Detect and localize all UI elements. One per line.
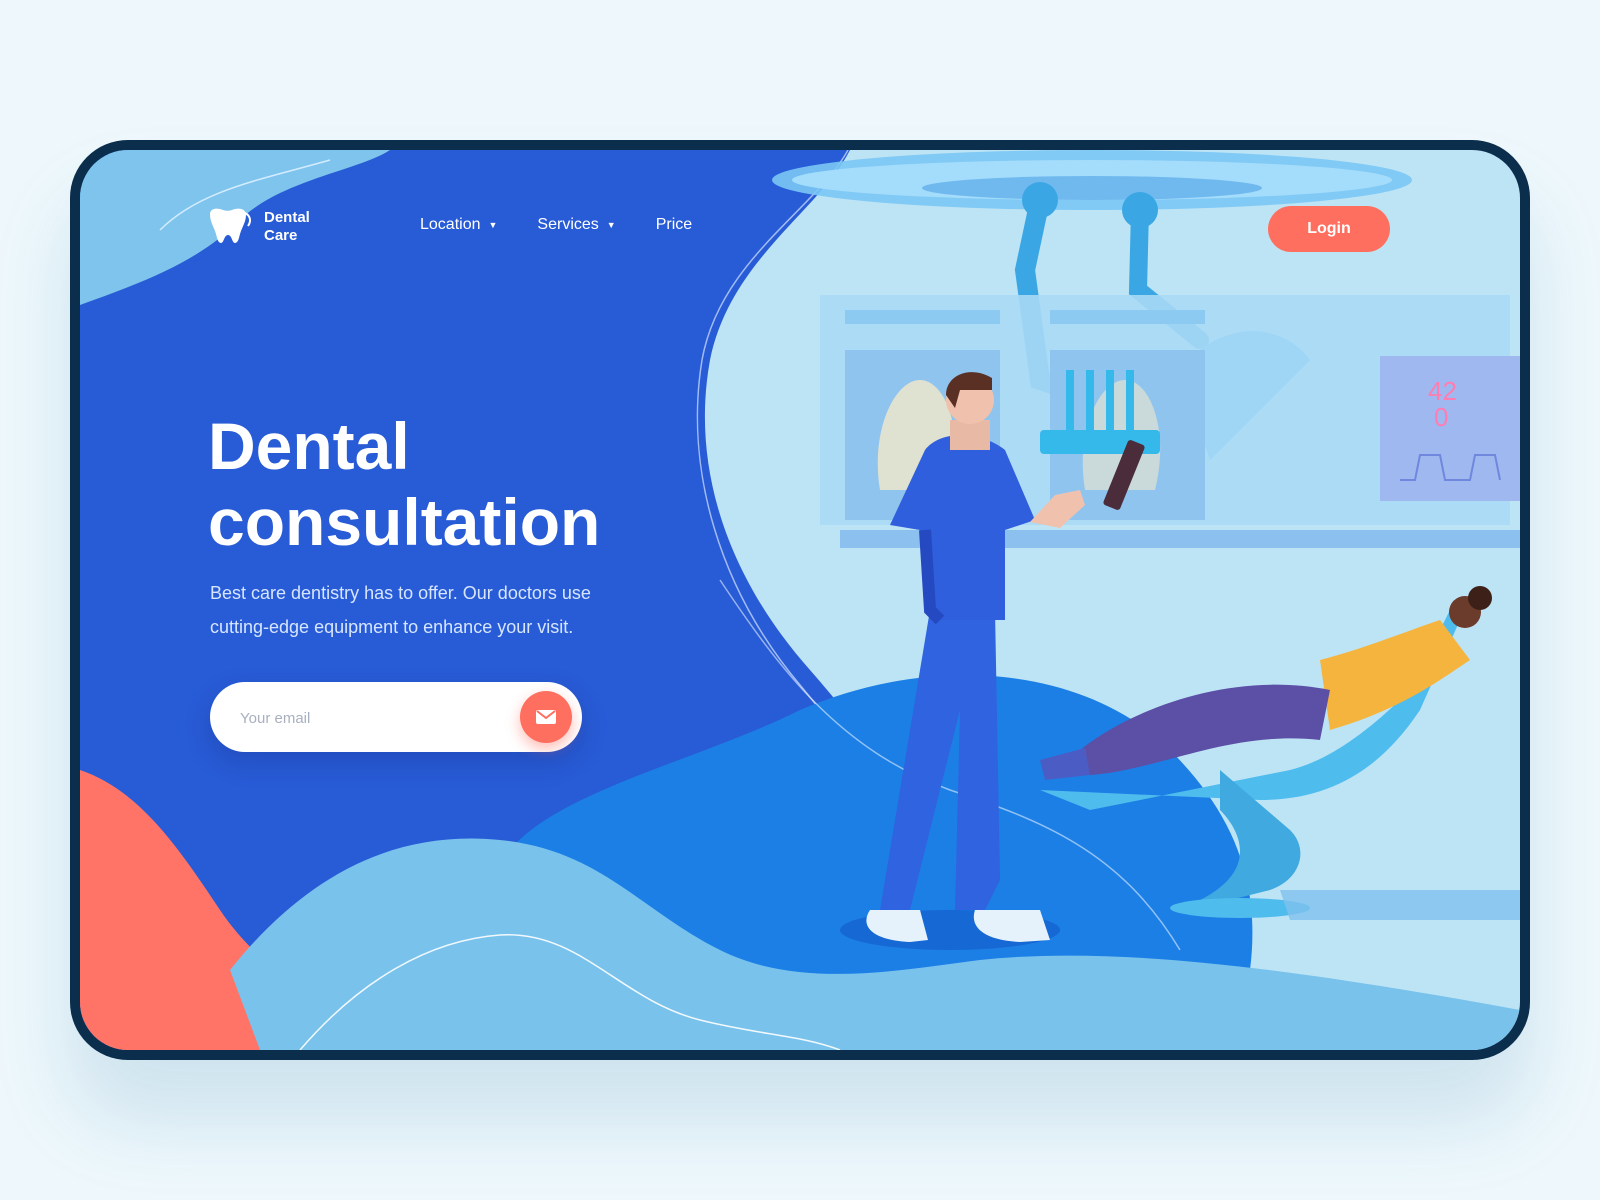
tooth-icon bbox=[210, 208, 251, 243]
main-nav: Location ▼ Services ▼ Price bbox=[420, 216, 692, 234]
landing-page: 42 0 Dental Care Location ▼ Services ▼ P… bbox=[80, 150, 1520, 1050]
nav-services[interactable]: Services ▼ bbox=[537, 216, 615, 234]
hero-subtitle: Best care dentistry has to offer. Our do… bbox=[210, 583, 591, 637]
nav-location-label: Location bbox=[420, 216, 481, 233]
brand-logo[interactable]: Dental Care bbox=[206, 208, 310, 246]
login-button[interactable]: Login bbox=[1268, 206, 1390, 252]
email-submit-button[interactable] bbox=[520, 691, 572, 743]
nav-price[interactable]: Price bbox=[656, 216, 692, 234]
caret-down-icon: ▼ bbox=[488, 220, 498, 230]
email-input[interactable] bbox=[238, 702, 502, 734]
nav-price-label: Price bbox=[655, 216, 693, 233]
brand-name: Dental Care bbox=[264, 209, 310, 244]
nav-location[interactable]: Location ▼ bbox=[420, 216, 497, 234]
envelope-icon bbox=[536, 710, 556, 724]
caret-down-icon: ▼ bbox=[606, 220, 616, 230]
monitor-reading-bottom: 0 bbox=[1434, 402, 1448, 432]
hero-title: Dental consultation bbox=[208, 409, 601, 559]
nav-services-label: Services bbox=[537, 216, 599, 233]
device-frame: 42 0 Dental Care Location ▼ Services ▼ P… bbox=[70, 140, 1530, 1060]
email-signup-form bbox=[210, 682, 582, 752]
